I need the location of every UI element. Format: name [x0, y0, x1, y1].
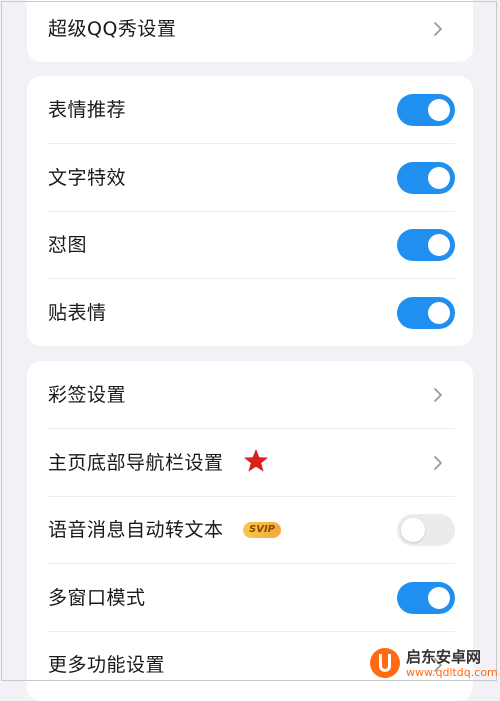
settings-row-emoji-recommend[interactable]: 表情推荐: [27, 76, 473, 143]
watermark-title: 启东安卓网: [406, 648, 482, 666]
text-effects-toggle[interactable]: [397, 161, 455, 194]
settings-row-sticker[interactable]: 贴表情: [27, 279, 473, 346]
settings-row-reaction-image[interactable]: 怼图: [27, 211, 473, 278]
site-logo-icon: [370, 648, 400, 678]
settings-row-label: 彩签设置: [48, 383, 127, 406]
settings-row-label: 表情推荐: [48, 98, 127, 121]
toggle-knob: [428, 586, 450, 609]
svip-badge: SVIP: [243, 522, 281, 538]
voice-to-text-toggle[interactable]: [397, 513, 455, 546]
star-icon: [244, 449, 268, 472]
settings-row-color-tag[interactable]: 彩签设置: [27, 361, 473, 428]
settings-row-label: 更多功能设置: [48, 653, 166, 676]
watermark-url: www.qdltdq.com: [406, 666, 498, 679]
toggle-knob: [401, 517, 425, 542]
chevron-right-icon: [434, 455, 442, 470]
chevron-right-icon: [434, 21, 442, 36]
sticker-toggle[interactable]: [397, 296, 455, 329]
settings-row-text-effects[interactable]: 文字特效: [27, 144, 473, 211]
settings-row-label: 多窗口模式: [48, 586, 146, 609]
settings-card-qqshow: 超级QQ秀设置: [27, 0, 473, 62]
settings-row-multi-window[interactable]: 多窗口模式: [27, 564, 473, 631]
reaction-image-toggle[interactable]: [397, 228, 455, 261]
chevron-right-icon: [434, 387, 442, 402]
settings-row-bottom-nav[interactable]: 主页底部导航栏设置: [27, 429, 473, 496]
settings-card-emoticons: 表情推荐 文字特效 怼图 贴表情: [27, 76, 473, 346]
settings-row-label: 语音消息自动转文本: [48, 518, 224, 541]
toggle-knob: [428, 301, 450, 324]
settings-row-label: 怼图: [48, 233, 88, 256]
toggle-knob: [428, 98, 450, 121]
settings-row-label: 贴表情: [48, 301, 107, 324]
toggle-knob: [428, 233, 450, 256]
settings-row-label: 超级QQ秀设置: [48, 17, 177, 40]
settings-row-label: 文字特效: [48, 166, 127, 189]
settings-row-super-qq-show[interactable]: 超级QQ秀设置: [27, 0, 473, 62]
toggle-knob: [428, 166, 450, 189]
multi-window-toggle[interactable]: [397, 581, 455, 614]
site-watermark: 启东安卓网 www.qdltdq.com: [360, 642, 500, 684]
settings-row-label: 主页底部导航栏设置: [48, 451, 224, 474]
settings-row-voice-to-text[interactable]: 语音消息自动转文本 SVIP: [27, 496, 473, 563]
emoji-recommend-toggle[interactable]: [397, 93, 455, 126]
